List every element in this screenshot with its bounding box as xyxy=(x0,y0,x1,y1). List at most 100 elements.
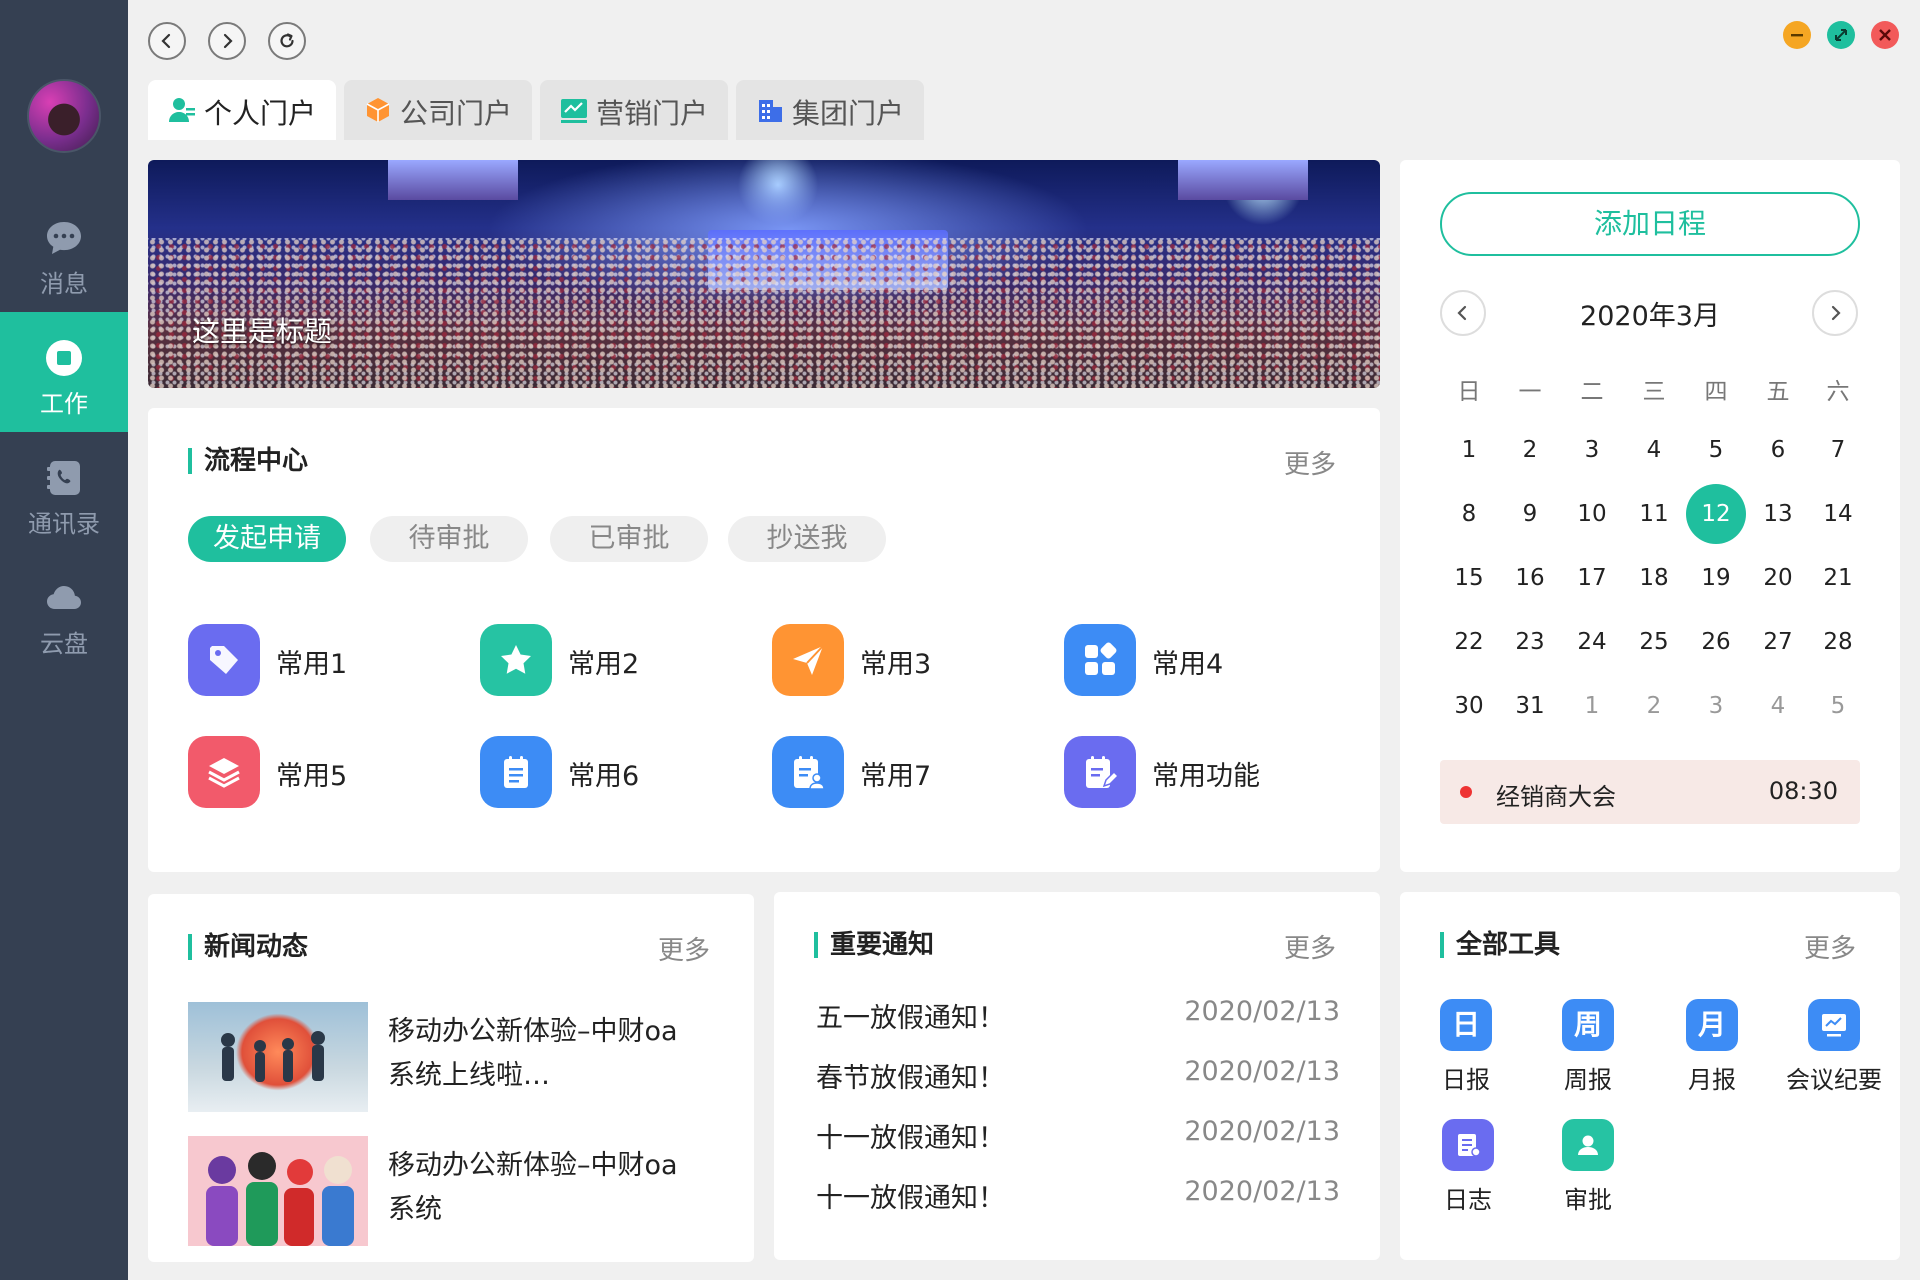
calendar-day[interactable]: 28 xyxy=(1808,612,1868,672)
notice-item-title[interactable]: 五一放假通知！ xyxy=(816,996,1005,1035)
news-item-text[interactable]: 移动办公新体验–中财oa 系统 xyxy=(388,1144,708,1232)
calendar-day[interactable]: 4 xyxy=(1748,676,1808,736)
minimize-button[interactable] xyxy=(1783,21,1811,49)
calendar-day[interactable]: 3 xyxy=(1686,676,1746,736)
app-common7[interactable] xyxy=(772,736,844,808)
tab-group-portal[interactable]: 集团门户 xyxy=(736,80,924,140)
notice-item-title[interactable]: 十一放假通知！ xyxy=(816,1116,1005,1155)
calendar-day[interactable]: 26 xyxy=(1686,612,1746,672)
close-button[interactable] xyxy=(1871,21,1899,49)
refresh-button[interactable] xyxy=(268,22,306,60)
calendar-day[interactable]: 2 xyxy=(1624,676,1684,736)
calendar-day[interactable]: 3 xyxy=(1562,420,1622,480)
calendar-day[interactable]: 5 xyxy=(1686,420,1746,480)
calendar-day[interactable]: 8 xyxy=(1439,484,1499,544)
app-common2[interactable] xyxy=(480,624,552,696)
calendar-day[interactable]: 2 xyxy=(1500,420,1560,480)
app-common3[interactable] xyxy=(772,624,844,696)
calendar-day[interactable]: 6 xyxy=(1748,420,1808,480)
calendar-day[interactable]: 23 xyxy=(1500,612,1560,672)
calendar-day[interactable]: 15 xyxy=(1439,548,1499,608)
tab-marketing-portal[interactable]: 营销门户 xyxy=(540,80,728,140)
calendar-day[interactable]: 19 xyxy=(1686,548,1746,608)
notice-title: 重要通知 xyxy=(814,932,934,958)
calendar-day[interactable]: 27 xyxy=(1748,612,1808,672)
calendar-day[interactable]: 1 xyxy=(1439,420,1499,480)
calendar-day[interactable]: 5 xyxy=(1808,676,1868,736)
notice-item-title[interactable]: 十一放假通知！ xyxy=(816,1176,1005,1215)
forward-button[interactable] xyxy=(208,22,246,60)
calendar-day[interactable]: 14 xyxy=(1808,484,1868,544)
news-thumbnail[interactable] xyxy=(188,1136,368,1246)
weekly-report-icon[interactable]: 周 xyxy=(1562,999,1614,1051)
back-button[interactable] xyxy=(148,22,186,60)
sidebar-item-messages[interactable]: 消息 xyxy=(0,192,128,312)
calendar-day[interactable]: 21 xyxy=(1808,548,1868,608)
calendar-day[interactable]: 17 xyxy=(1562,548,1622,608)
daily-report-icon[interactable]: 日 xyxy=(1440,999,1492,1051)
monthly-report-icon[interactable]: 月 xyxy=(1686,999,1738,1051)
calendar-day[interactable]: 25 xyxy=(1624,612,1684,672)
building-icon xyxy=(759,100,782,122)
sidebar-item-cloud[interactable]: 云盘 xyxy=(0,552,128,672)
calendar-day[interactable]: 9 xyxy=(1500,484,1560,544)
calendar-day[interactable]: 24 xyxy=(1562,612,1622,672)
calendar-day[interactable]: 18 xyxy=(1624,548,1684,608)
tab-company-portal[interactable]: 公司门户 xyxy=(344,80,532,140)
tab-label: 营销门户 xyxy=(596,97,709,130)
tool-label: 日志 xyxy=(1444,1186,1492,1214)
pill-approved[interactable]: 已审批 xyxy=(550,516,708,562)
add-schedule-button[interactable]: 添加日程 xyxy=(1440,192,1860,256)
calendar-day[interactable]: 31 xyxy=(1500,676,1560,736)
calendar-day[interactable]: 13 xyxy=(1748,484,1808,544)
calendar-day[interactable]: 4 xyxy=(1624,420,1684,480)
pill-cc-me[interactable]: 抄送我 xyxy=(728,516,886,562)
log-icon[interactable] xyxy=(1442,1119,1494,1171)
calendar-day[interactable]: 1 xyxy=(1562,676,1622,736)
calendar-day[interactable]: 11 xyxy=(1624,484,1684,544)
tab-personal-portal[interactable]: 个人门户 xyxy=(148,80,336,140)
banner[interactable]: 这里是标题 xyxy=(148,160,1380,388)
pill-initiate-request[interactable]: 发起申请 xyxy=(188,516,346,562)
calendar-day[interactable]: 10 xyxy=(1562,484,1622,544)
calendar-day[interactable]: 22 xyxy=(1439,612,1499,672)
app-label: 常用2 xyxy=(568,649,640,680)
news-item-text[interactable]: 移动办公新体验–中财oa 系统上线啦… xyxy=(388,1010,708,1098)
maximize-button[interactable] xyxy=(1827,21,1855,49)
app-label: 常用3 xyxy=(860,649,932,680)
calendar-day[interactable]: 30 xyxy=(1439,676,1499,736)
calendar-weekday: 一 xyxy=(1518,379,1542,405)
pill-pending-approval[interactable]: 待审批 xyxy=(370,516,528,562)
approval-icon[interactable] xyxy=(1562,1119,1614,1171)
sidebar-item-label: 工作 xyxy=(40,390,88,418)
app-common4[interactable] xyxy=(1064,624,1136,696)
calendar-day[interactable]: 20 xyxy=(1748,548,1808,608)
prev-month-button[interactable] xyxy=(1440,290,1486,336)
calendar-event[interactable]: 经销商大会 08:30 xyxy=(1440,760,1860,824)
app-common5[interactable] xyxy=(188,736,260,808)
notice-more-link[interactable]: 更多 xyxy=(1284,928,1336,965)
calendar-weekday: 三 xyxy=(1642,379,1666,405)
tools-more-link[interactable]: 更多 xyxy=(1804,928,1856,965)
calendar-day[interactable]: 12 xyxy=(1686,484,1746,544)
next-month-button[interactable] xyxy=(1812,290,1858,336)
news-more-link[interactable]: 更多 xyxy=(658,930,710,967)
calendar-day[interactable]: 16 xyxy=(1500,548,1560,608)
notice-item-title[interactable]: 春节放假通知！ xyxy=(816,1056,1005,1095)
user-clipboard-icon xyxy=(794,756,825,790)
box-icon xyxy=(366,98,390,122)
sidebar-item-contacts[interactable]: 通讯录 xyxy=(0,432,128,552)
send-icon xyxy=(793,645,824,675)
news-thumbnail[interactable] xyxy=(188,1002,368,1112)
app-common-function[interactable] xyxy=(1064,736,1136,808)
tool-label: 周报 xyxy=(1564,1066,1612,1094)
app-common6[interactable] xyxy=(480,736,552,808)
app-common1[interactable] xyxy=(188,624,260,696)
meeting-minutes-icon[interactable] xyxy=(1808,999,1860,1051)
calendar-day[interactable]: 7 xyxy=(1808,420,1868,480)
process-more-link[interactable]: 更多 xyxy=(1284,444,1336,481)
sidebar-item-work[interactable]: 工作 xyxy=(0,312,128,432)
app-label: 常用5 xyxy=(276,761,348,792)
avatar[interactable] xyxy=(27,79,101,153)
log-book-icon xyxy=(1458,1134,1481,1157)
